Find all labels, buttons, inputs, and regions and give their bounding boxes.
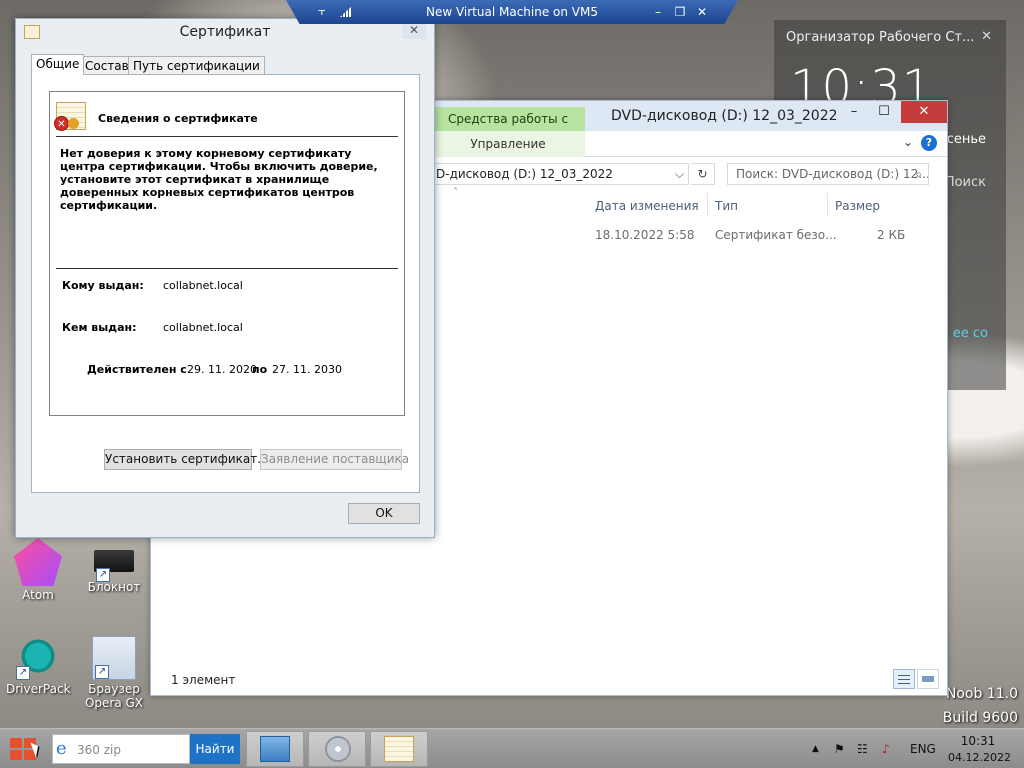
row-size: 2 КБ <box>877 228 906 242</box>
vm-minimize-button[interactable]: – <box>648 0 668 24</box>
taskbar-app-certificate[interactable] <box>370 731 428 767</box>
status-bar-text: 1 элемент <box>171 673 236 687</box>
trust-warning-text: Нет доверия к этому корневому сертификат… <box>60 147 378 212</box>
ok-button[interactable]: OK <box>348 503 420 524</box>
row-date: 18.10.2022 5:58 <box>595 228 695 242</box>
atom-icon <box>14 538 62 586</box>
ribbon-context-tab[interactable]: Средства работы с дисками <box>431 107 585 150</box>
control-panel-icon <box>260 736 290 762</box>
maximize-button[interactable]: ☐ <box>869 101 899 123</box>
sort-indicator-icon: ˄ <box>453 187 458 198</box>
divider <box>56 136 398 137</box>
search-icon[interactable]: ⌕ <box>915 164 922 184</box>
valid-from-value: 29. 11. 2020 <box>187 363 257 376</box>
issued-to-value: collabnet.local <box>163 279 243 292</box>
desktop-icon-opera-gx[interactable]: ↗ Браузер Opera GX <box>82 636 146 710</box>
tab-general[interactable]: Общие <box>31 54 85 75</box>
valid-to-value: 27. 11. 2030 <box>272 363 342 376</box>
desktop-icon-notepad[interactable]: ↗ Блокнот <box>82 538 146 594</box>
organizer-close-icon[interactable]: ✕ <box>981 29 992 44</box>
organizer-title: Организатор Рабочего Ст... <box>786 30 975 45</box>
network-icon[interactable]: ☷ <box>857 742 868 756</box>
valid-from-label: Действителен с <box>87 363 187 376</box>
organizer-text-1: сенье <box>946 132 986 147</box>
address-text: D-дисковод (D:) 12_03_2022 <box>436 167 613 181</box>
desktop-icon-atom[interactable]: Atom <box>6 538 70 602</box>
issued-to-label: Кому выдан: <box>62 279 144 292</box>
seal-icon <box>68 118 79 129</box>
certificate-heading: Сведения о сертификате <box>98 112 258 125</box>
notepad-icon: ↗ <box>94 550 134 582</box>
help-icon[interactable]: ? <box>921 135 937 151</box>
column-header-size[interactable]: Размер <box>835 199 880 213</box>
desktop-icon-label: Блокнот <box>87 580 141 594</box>
windows-logo-icon <box>10 738 22 748</box>
column-separator[interactable] <box>827 193 828 217</box>
taskbar-search-input[interactable]: e 360 zip <box>52 734 190 764</box>
address-bar[interactable]: D-дисковод (D:) 12_03_2022 ⌵ <box>431 163 689 185</box>
taskbar-clock-date[interactable]: 04.12.2022 <box>948 751 1011 764</box>
install-certificate-button[interactable]: Установить сертификат... <box>104 449 269 470</box>
ribbon-expand-chevron-icon[interactable]: ⌄ <box>903 135 913 149</box>
desktop-icon-label: DriverPack <box>6 682 71 696</box>
tab-panel: ✕ Сведения о сертификате Нет доверия к э… <box>31 74 420 493</box>
desktop-icon-driverpack[interactable]: ↗ DriverPack <box>6 632 71 696</box>
opera-gx-icon: ↗ <box>92 636 136 680</box>
windows-logo-icon <box>10 750 22 760</box>
certificate-dialog: Сертификат ✕ Общие Состав Путь сертифика… <box>15 18 435 538</box>
certificate-info-box: ✕ Сведения о сертификате Нет доверия к э… <box>49 91 405 416</box>
tray-overflow-icon[interactable]: ▲ <box>812 744 819 754</box>
internet-explorer-icon: e <box>56 738 67 759</box>
taskbar-search-button[interactable]: Найти <box>190 734 240 764</box>
vm-restore-button[interactable]: ❐ <box>670 0 690 24</box>
taskbar-clock-time[interactable]: 10:31 <box>950 734 1006 748</box>
taskbar-search-text: 360 zip <box>77 743 121 757</box>
details-view-icon[interactable] <box>893 669 915 689</box>
shortcut-arrow-icon: ↗ <box>95 665 109 679</box>
taskbar-app-dvd[interactable] <box>308 731 366 767</box>
tab-details[interactable]: Состав <box>80 56 134 75</box>
taskbar-app-control-panel[interactable] <box>246 731 304 767</box>
desktop-icon-label: Atom <box>22 588 54 602</box>
tab-manage[interactable]: Управление <box>431 131 585 157</box>
input-language-indicator[interactable]: ENG <box>910 742 936 756</box>
column-header-type[interactable]: Тип <box>715 199 738 213</box>
close-button[interactable]: ✕ <box>901 101 947 123</box>
row-type: Сертификат безо... <box>715 228 837 242</box>
vm-close-button[interactable]: ✕ <box>692 0 712 24</box>
dvd-rom-icon <box>325 736 351 762</box>
refresh-button[interactable]: ↻ <box>691 163 715 185</box>
issued-by-value: collabnet.local <box>163 321 243 334</box>
error-icon: ✕ <box>54 116 69 131</box>
vm-title-bar[interactable]: pin-icon ⫟ New Virtual Machine on VM5 – … <box>286 0 738 24</box>
taskbar: e 360 zip Найти ▲ ⚑ ☷ ♪ ENG 10:31 04.12.… <box>0 728 1024 768</box>
volume-muted-icon[interactable]: ♪ <box>882 742 890 756</box>
tab-certification-path[interactable]: Путь сертификации <box>128 56 265 75</box>
organizer-text-2: Поиск <box>944 175 986 190</box>
shortcut-arrow-icon: ↗ <box>16 666 30 680</box>
desktop-icon-label: Браузер Opera GX <box>84 682 144 710</box>
explorer-title: DVD-дисковод (D:) 12_03_2022 <box>611 108 838 124</box>
column-header-date[interactable]: Дата изменения <box>595 199 699 213</box>
issued-by-label: Кем выдан: <box>62 321 137 334</box>
address-dropdown-icon[interactable]: ⌵ <box>675 164 684 184</box>
search-placeholder: Поиск: DVD-дисковод (D:) 12... <box>736 167 929 181</box>
search-input[interactable]: Поиск: DVD-дисковод (D:) 12... ⌕ <box>727 163 929 185</box>
build-line-2: Build 9600 <box>942 710 1018 726</box>
build-line-1: Noob 11.0 <box>945 686 1018 702</box>
shortcut-arrow-icon: ↗ <box>96 568 110 582</box>
valid-to-label: по <box>252 363 268 376</box>
issuer-statement-button[interactable]: Заявление поставщика <box>260 449 409 470</box>
large-icons-view-icon[interactable] <box>917 669 939 689</box>
driverpack-icon: ↗ <box>14 632 62 680</box>
dialog-title: Сертификат <box>179 24 271 40</box>
minimize-button[interactable]: – <box>839 101 869 123</box>
certificate-icon <box>384 736 414 762</box>
column-separator[interactable] <box>707 193 708 217</box>
divider <box>56 268 398 269</box>
action-center-flag-icon[interactable]: ⚑ <box>834 742 845 756</box>
